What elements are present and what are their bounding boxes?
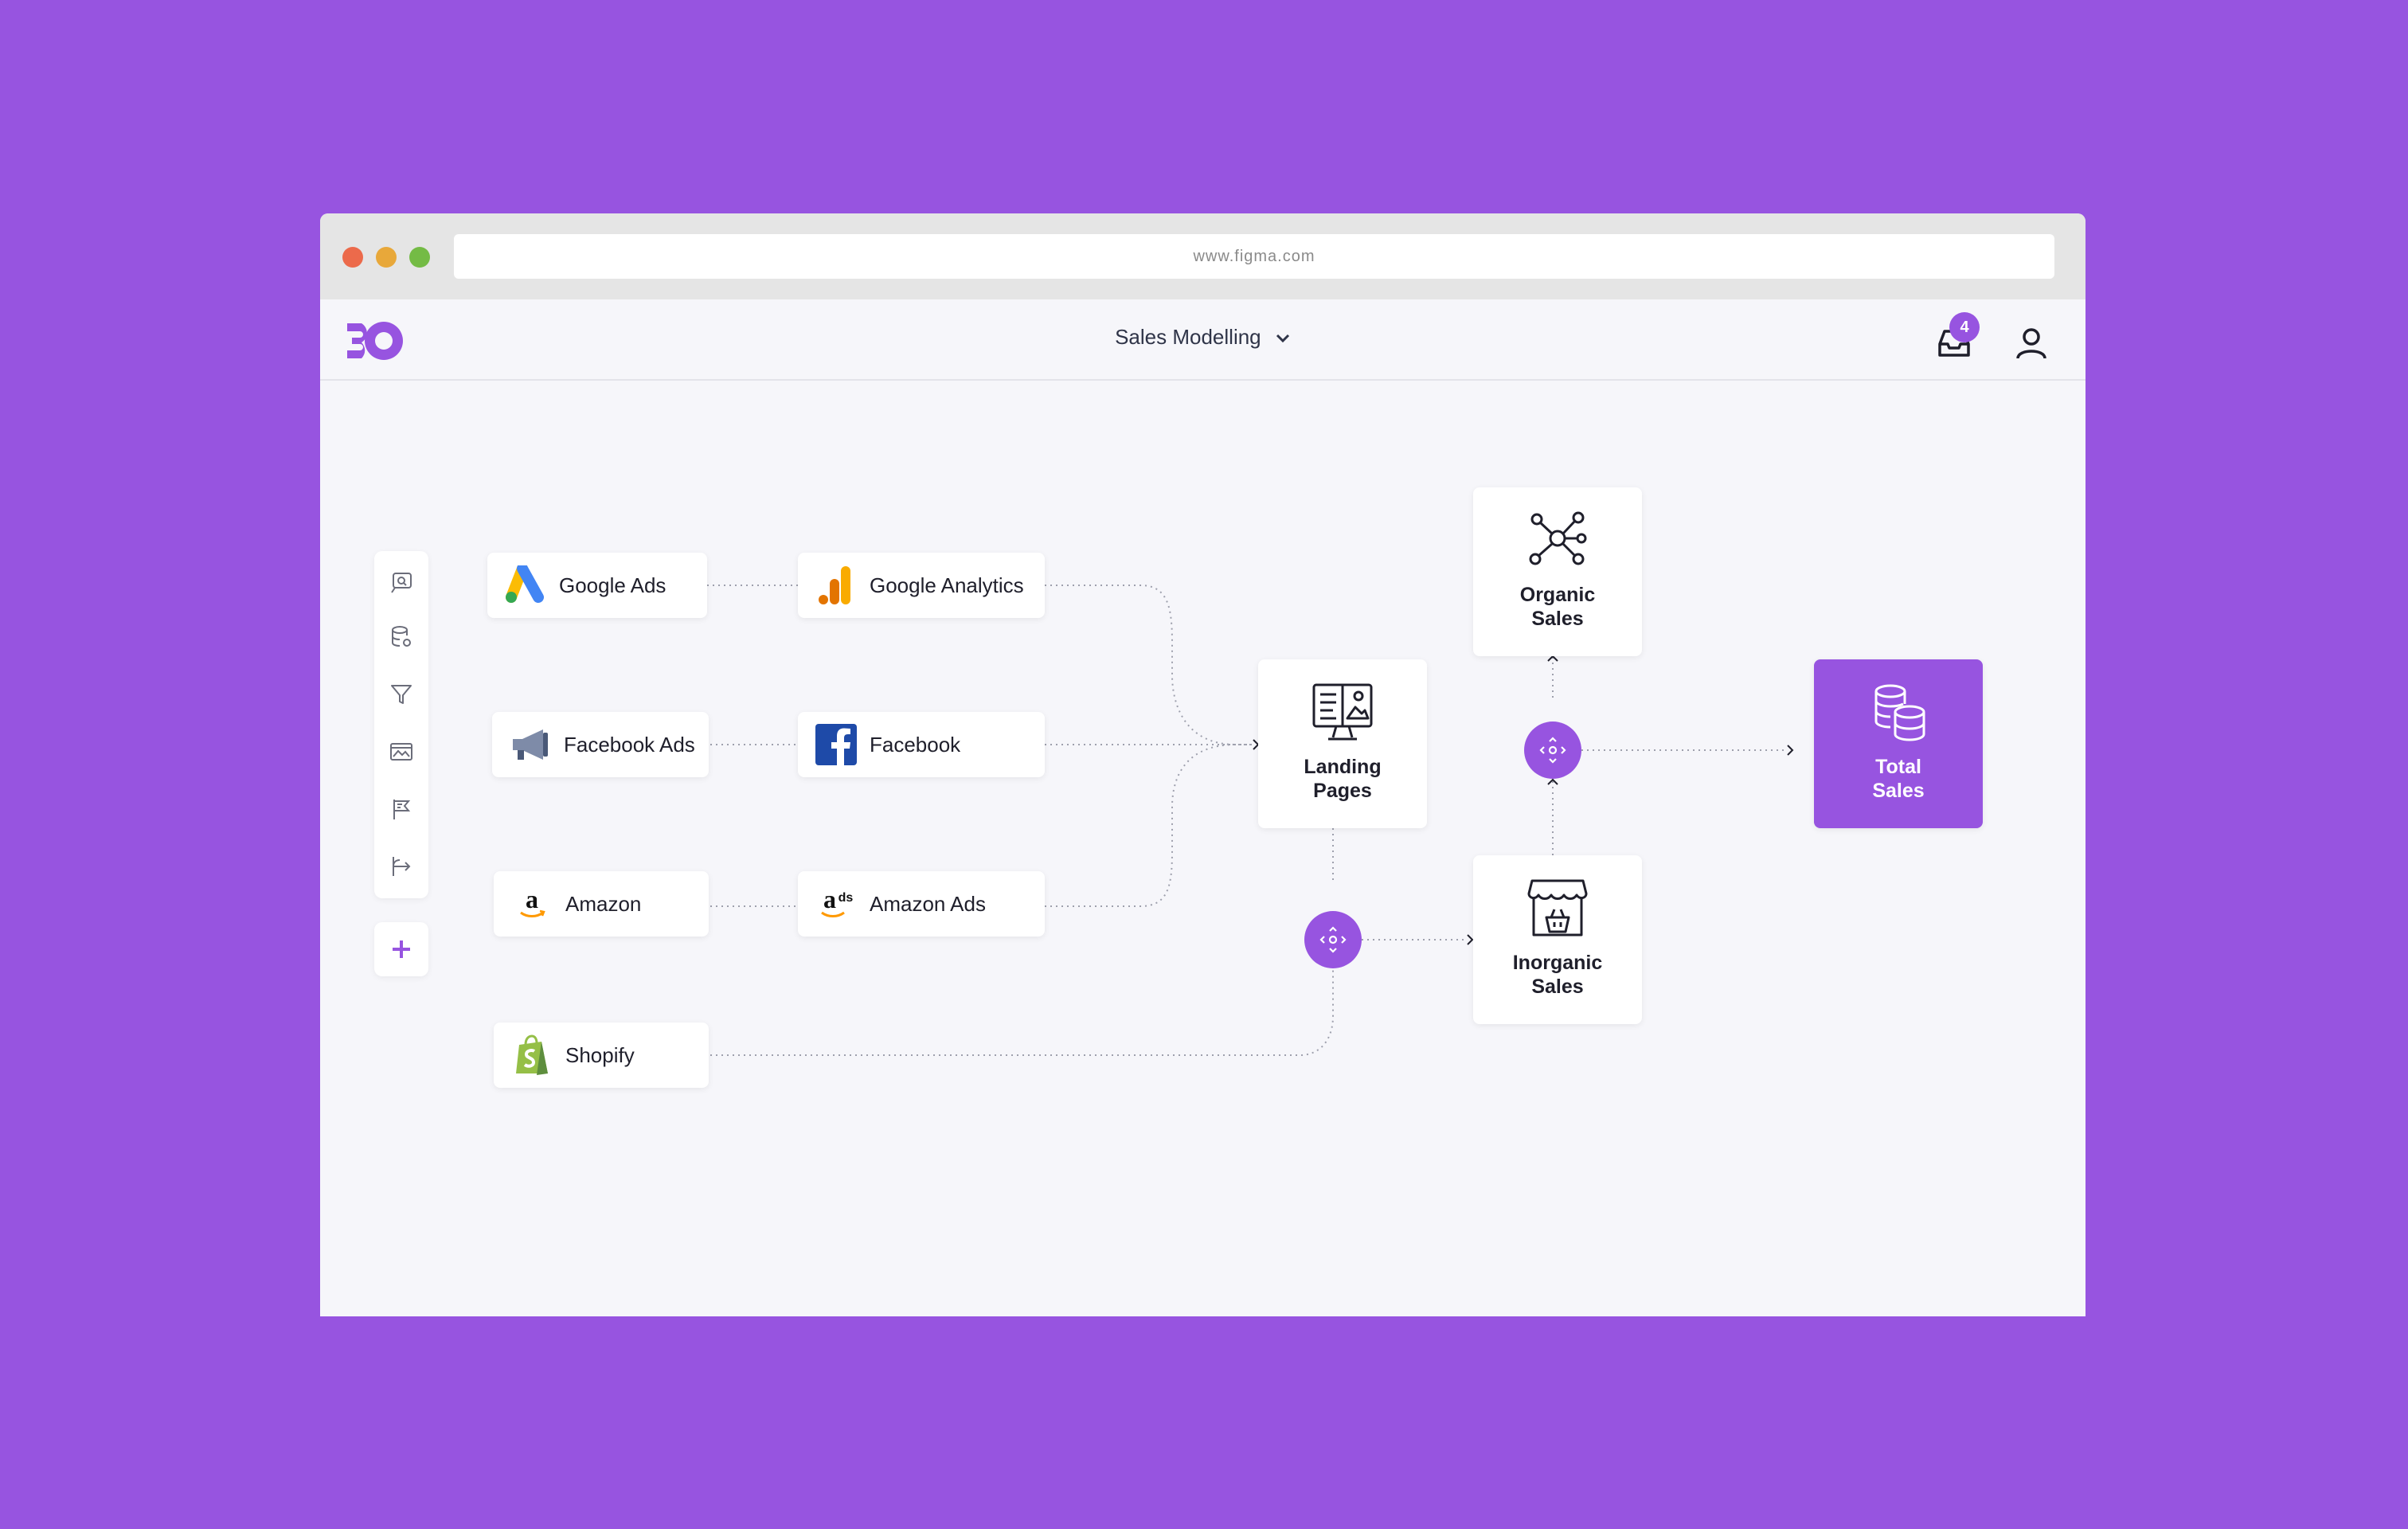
monitor-layout-icon: [1312, 683, 1373, 741]
svg-text:ds: ds: [838, 891, 854, 905]
shopify-icon: [516, 1034, 548, 1075]
source-label: Amazon Ads: [870, 891, 986, 916]
source-label: Google Ads: [559, 573, 666, 597]
source-amazon[interactable]: a Amazon: [494, 871, 709, 937]
node-label-line1: Inorganic: [1512, 952, 1603, 974]
tool-palette: [374, 551, 428, 898]
source-shopify[interactable]: Shopify: [494, 1023, 709, 1088]
add-node-button[interactable]: [374, 922, 428, 976]
database-settings-icon[interactable]: [389, 624, 414, 650]
node-label-line2: Sales: [1872, 780, 1925, 802]
svg-text:a: a: [823, 886, 836, 913]
node-label-line1: Total: [1875, 756, 1921, 778]
node-total-sales[interactable]: Total Sales: [1814, 659, 1983, 828]
amazon-ads-icon: a ds: [821, 886, 854, 917]
node-label-line1: Landing: [1304, 756, 1382, 778]
move-arrows-icon: [1539, 737, 1566, 764]
node-landing-pages[interactable]: Landing Pages: [1258, 659, 1427, 828]
storefront-icon: [1527, 879, 1588, 937]
source-google-ads[interactable]: Google Ads: [487, 553, 707, 618]
source-label: Facebook: [870, 732, 961, 757]
svg-text:a: a: [526, 886, 538, 913]
node-label-line2: Sales: [1531, 976, 1584, 998]
flag-icon[interactable]: [389, 796, 414, 822]
node-label-line1: Organic: [1519, 584, 1596, 606]
google-ads-icon: [506, 565, 544, 603]
source-label: Facebook Ads: [564, 732, 695, 757]
image-window-icon[interactable]: [389, 739, 414, 764]
coins-stack-icon: [1874, 684, 1925, 741]
amazon-icon: a: [520, 886, 545, 917]
plus-icon: [393, 940, 410, 958]
source-label: Google Analytics: [870, 573, 1024, 597]
branch-arrow-icon[interactable]: [389, 854, 414, 879]
source-google-analytics[interactable]: Google Analytics: [798, 553, 1045, 618]
network-icon: [1529, 511, 1587, 565]
merge-hub[interactable]: [1304, 911, 1362, 968]
megaphone-icon: [513, 729, 548, 760]
node-inorganic-sales[interactable]: Inorganic Sales: [1473, 855, 1642, 1024]
split-hub[interactable]: [1524, 721, 1581, 779]
source-amazon-ads[interactable]: a ds Amazon Ads: [798, 871, 1045, 937]
facebook-icon: [815, 724, 857, 765]
node-label-line2: Sales: [1531, 608, 1584, 630]
google-analytics-icon: [819, 566, 850, 604]
source-facebook-ads[interactable]: Facebook Ads: [492, 712, 709, 777]
browser-window: www.figma.com Sales Modelling 4 Google A…: [320, 213, 2086, 1316]
filter-icon[interactable]: [389, 682, 414, 707]
source-label: Shopify: [565, 1042, 635, 1067]
source-label: Amazon: [565, 891, 642, 916]
move-arrows-icon: [1319, 926, 1347, 953]
chat-search-icon[interactable]: [389, 570, 414, 596]
node-label-line2: Pages: [1313, 780, 1372, 802]
node-organic-sales[interactable]: Organic Sales: [1473, 487, 1642, 656]
source-facebook[interactable]: Facebook: [798, 712, 1045, 777]
